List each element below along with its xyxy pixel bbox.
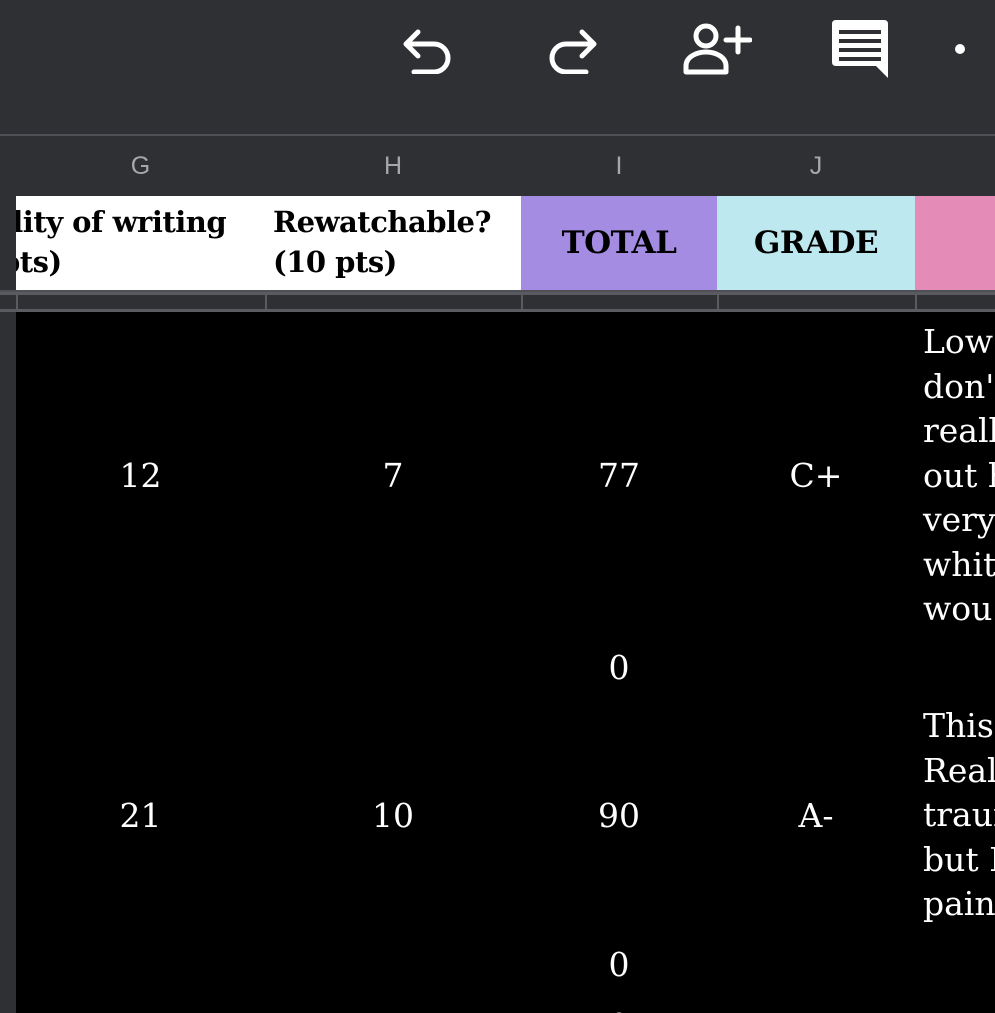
column-header-j[interactable]: J: [717, 134, 917, 198]
notes-line: Real: [923, 750, 995, 790]
notes-line: This: [923, 706, 994, 745]
cell-total[interactable]: 0: [521, 638, 719, 698]
divider-tick: [717, 295, 719, 309]
redo-icon[interactable]: [532, 14, 612, 84]
cell-rewatchable[interactable]: [265, 994, 523, 1013]
cell-rewatchable[interactable]: [265, 638, 523, 698]
comment-icon[interactable]: [820, 14, 900, 84]
notes-line: wou: [923, 589, 993, 628]
header-h-line2: (10 pts): [273, 245, 397, 279]
column-header-i[interactable]: I: [521, 134, 719, 198]
cell-grade[interactable]: A-: [717, 696, 917, 936]
spreadsheet-grid: G H I J ality of writing pts) Rewatchabl…: [0, 134, 995, 1013]
cell-quality-of-writing[interactable]: 12: [16, 312, 267, 640]
cell-notes[interactable]: This Real traur but I pain: [915, 696, 995, 936]
cell-grade[interactable]: [717, 934, 917, 996]
notes-line: don': [923, 366, 995, 406]
divider-tick: [521, 295, 523, 309]
header-g-line2: pts): [16, 245, 62, 279]
header-cell-grade[interactable]: GRADE: [717, 196, 917, 292]
divider-tick: [265, 295, 267, 309]
add-person-icon[interactable]: [676, 14, 756, 84]
cell-notes[interactable]: [915, 994, 995, 1013]
cell-notes[interactable]: [915, 934, 995, 996]
cell-total[interactable]: 77: [521, 312, 719, 640]
header-cell-quality-of-writing[interactable]: ality of writing pts): [16, 196, 267, 292]
column-header-k[interactable]: [915, 134, 995, 198]
notes-line: pain: [923, 884, 995, 923]
cell-notes[interactable]: [915, 638, 995, 698]
notes-line: Low: [923, 322, 994, 361]
header-cell-total[interactable]: TOTAL: [521, 196, 719, 292]
notes-line: traur: [923, 795, 995, 834]
cell-grade[interactable]: [717, 638, 917, 698]
column-header-g[interactable]: G: [16, 134, 267, 198]
more-icon[interactable]: [950, 14, 995, 84]
cell-grade[interactable]: [717, 994, 917, 1013]
notes-line: very: [923, 500, 995, 539]
cell-notes[interactable]: Low don' reall out h very whit wou: [915, 312, 995, 640]
notes-line: but I: [923, 839, 995, 879]
header-total-label: TOTAL: [561, 225, 677, 261]
column-header-h[interactable]: H: [265, 134, 523, 198]
notes-line: whit: [923, 544, 995, 584]
divider-tick: [16, 295, 18, 309]
freeze-divider[interactable]: [0, 292, 995, 312]
cell-rewatchable[interactable]: [265, 934, 523, 996]
cell-quality-of-writing[interactable]: [16, 994, 267, 1013]
notes-line: out h: [923, 455, 995, 495]
cell-total[interactable]: 90: [521, 696, 719, 936]
header-cell-next[interactable]: [915, 196, 995, 292]
cell-quality-of-writing[interactable]: [16, 934, 267, 996]
cell-grade[interactable]: C+: [717, 312, 917, 640]
undo-icon[interactable]: [388, 14, 468, 84]
header-grade-label: GRADE: [753, 225, 879, 261]
cell-total[interactable]: 0: [521, 934, 719, 996]
cell-quality-of-writing[interactable]: 21: [16, 696, 267, 936]
cell-quality-of-writing[interactable]: [16, 638, 267, 698]
cell-rewatchable[interactable]: 7: [265, 312, 523, 640]
header-h-line1: Rewatchable?: [273, 205, 491, 239]
cell-total[interactable]: 0: [521, 994, 719, 1013]
header-cell-rewatchable[interactable]: Rewatchable? (10 pts): [265, 196, 523, 292]
cell-rewatchable[interactable]: 10: [265, 696, 523, 936]
divider-tick: [915, 295, 917, 309]
notes-line: reall: [923, 411, 995, 450]
header-g-line1: ality of writing: [16, 205, 227, 239]
toolbar: [0, 0, 995, 134]
